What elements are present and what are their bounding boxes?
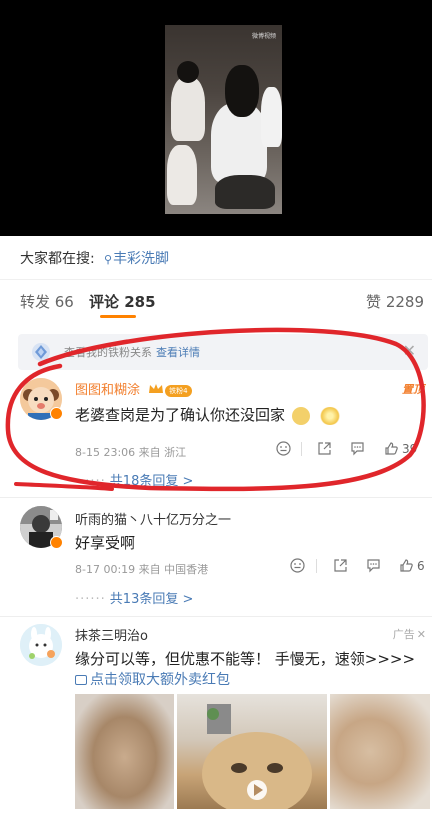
fan-level-badge: 铁粉4 (165, 384, 192, 397)
ad-label-text: 广告 (392, 628, 415, 641)
username-text: 图图和糊涂 (75, 383, 141, 398)
verified-badge-icon (50, 536, 63, 549)
view-replies-link[interactable]: ······ 共13条回复 > (75, 588, 193, 607)
video-player[interactable]: 微博视频 (0, 0, 432, 236)
comment-username[interactable]: 抹茶三明治o (75, 625, 148, 644)
comment-divider (0, 616, 432, 617)
reply-count: 共13条回复 > (109, 592, 194, 607)
pinned-tag: 置顶 (402, 383, 424, 396)
emoji-react-icon[interactable] (290, 558, 305, 573)
tab-repost[interactable]: 转发 66 (20, 291, 74, 312)
search-icon: ⚲ (104, 253, 113, 266)
view-replies-link[interactable]: ······ 共18条回复 > (75, 470, 193, 489)
promo-link-text: 点击领取大额外卖红包 (90, 672, 230, 688)
cartoon-avatar-icon (20, 624, 62, 666)
video-watermark: 微博视频 (251, 33, 276, 40)
tab-likes[interactable]: 赞 2289 (366, 291, 424, 312)
close-icon[interactable]: ✕ (403, 341, 416, 360)
crown-icon (148, 383, 164, 399)
detail-tabs: 转发 66 评论 285 赞 2289 (0, 280, 432, 322)
comment-icon[interactable] (366, 558, 381, 573)
action-divider (316, 559, 317, 573)
promo-link[interactable]: 点击领取大额外卖红包 (75, 669, 230, 689)
thumbs-up-icon (400, 559, 413, 572)
verified-badge-icon (50, 407, 63, 420)
notice-detail-link[interactable]: 查看详情 (156, 346, 200, 359)
search-suggestion-link[interactable]: ⚲丰彩洗脚 (104, 248, 169, 268)
ad-image-2[interactable] (177, 694, 327, 809)
doge-emoji-icon (291, 406, 310, 425)
search-suggestion-bar: 大家都在搜: ⚲丰彩洗脚 (0, 236, 432, 280)
search-keyword: 丰彩洗脚 (113, 251, 170, 267)
comment-text: 好享受啊 (75, 534, 136, 552)
action-divider (301, 442, 302, 456)
avatar[interactable] (20, 624, 62, 666)
comment-username[interactable]: 图图和糊涂 铁粉4 (75, 379, 192, 399)
comment-username[interactable]: 听雨的猫丶八十亿万分之一 (75, 509, 231, 528)
sparkle-icon (318, 406, 341, 425)
fan-relation-notice[interactable]: 查看我的铁粉关系 查看详情 ✕ (18, 334, 428, 370)
emoji-react-icon[interactable] (276, 441, 291, 456)
comment-actions: 39 (0, 441, 432, 461)
like-button[interactable]: 6 (399, 558, 425, 573)
ad-label[interactable]: 广告 ✕ (393, 626, 426, 642)
ad-image-1[interactable] (75, 694, 174, 809)
comment-icon[interactable] (350, 441, 365, 456)
comment-divider (0, 497, 432, 498)
share-icon[interactable] (317, 441, 332, 456)
share-icon[interactable] (333, 558, 348, 573)
reply-count: 共18条回复 > (109, 474, 194, 489)
diamond-icon (32, 343, 50, 361)
like-button[interactable]: 39 (384, 441, 417, 456)
tab-comments[interactable]: 评论 285 (89, 291, 156, 312)
search-suggestion-label: 大家都在搜: (20, 251, 95, 267)
close-icon[interactable]: ✕ (417, 628, 426, 641)
comment-item[interactable]: 听雨的猫丶八十亿万分之一 好享受啊 8-17 00:19 来自 中国香港 6 ·… (0, 506, 432, 614)
comment-text: 缘分可以等，但优惠不能等！ 手慢无，速领>>>> (75, 650, 416, 668)
like-count: 39 (402, 441, 418, 456)
cat-photo (202, 704, 312, 809)
comment-text: 老婆查岗是为了确认你还没回家 (75, 404, 341, 425)
like-count: 6 (417, 558, 425, 573)
notice-message: 查看我的铁粉关系 (64, 346, 152, 359)
link-icon (75, 675, 87, 685)
ad-image-3[interactable] (330, 694, 430, 809)
thumbs-up-icon (385, 442, 398, 455)
comment-actions: 6 (0, 558, 432, 578)
active-tab-indicator (100, 315, 136, 318)
comment-item[interactable]: 图图和糊涂 铁粉4 置顶 老婆查岗是为了确认你还没回家 8-15 23:06 来… (0, 378, 432, 494)
comment-body: 老婆查岗是为了确认你还没回家 (75, 406, 286, 424)
notice-text: 查看我的铁粉关系 查看详情 (64, 344, 200, 360)
video-thumbnail[interactable]: 微博视频 (165, 25, 282, 214)
